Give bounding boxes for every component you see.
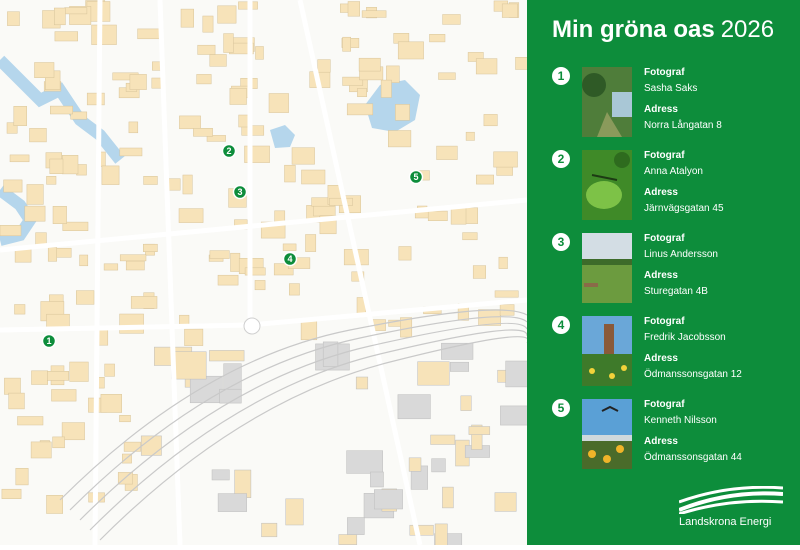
entry-photo[interactable] — [582, 316, 632, 386]
map-canvas: 1 2 3 4 5 — [0, 0, 533, 550]
marker-number: 2 — [226, 146, 231, 156]
entry-number: 2 — [552, 150, 570, 168]
map-marker-2[interactable]: 2 — [221, 143, 237, 159]
photographer-name: Kenneth Nilsson — [644, 415, 717, 426]
roundabout — [243, 317, 261, 335]
address-label: Adress — [644, 353, 678, 364]
address-value: Norra Långatan 8 — [644, 120, 722, 131]
map-marker-1[interactable]: 1 — [41, 333, 57, 349]
marker-number: 4 — [287, 254, 292, 264]
address-label: Adress — [644, 270, 678, 281]
entry-number: 5 — [552, 399, 570, 417]
photographer-name: Fredrik Jacobsson — [644, 332, 726, 343]
map-marker-3[interactable]: 3 — [232, 184, 248, 200]
entry-3[interactable]: 3 Fotograf Linus Andersson Adress Stureg… — [527, 233, 800, 305]
legend-panel: Min gröna oas 2026 1 Fotograf Sasha Saks … — [527, 0, 800, 545]
title-main: Min gröna oas — [552, 16, 715, 43]
address-label: Adress — [644, 187, 678, 198]
address-value: Järnvägsgatan 45 — [644, 203, 724, 214]
entry-1[interactable]: 1 Fotograf Sasha Saks Adress Norra Långa… — [527, 67, 800, 139]
entry-number: 1 — [552, 67, 570, 85]
photographer-name: Anna Atalyon — [644, 166, 703, 177]
address-value: Ödmanssonsgatan 44 — [644, 452, 742, 463]
photographer-label: Fotograf — [644, 150, 685, 161]
entry-photo[interactable] — [582, 150, 632, 220]
address-label: Adress — [644, 436, 678, 447]
entry-number: 4 — [552, 316, 570, 334]
entry-2[interactable]: 2 Fotograf Anna Atalyon Adress Järnvägsg… — [527, 150, 800, 222]
entry-photo[interactable] — [582, 233, 632, 303]
address-label: Adress — [644, 104, 678, 115]
entry-number: 3 — [552, 233, 570, 251]
address-value: Sturegatan 4B — [644, 286, 708, 297]
city-map[interactable]: 1 2 3 4 5 — [0, 0, 533, 550]
marker-number: 5 — [413, 172, 418, 182]
photographer-label: Fotograf — [644, 67, 685, 78]
photographer-label: Fotograf — [644, 233, 685, 244]
logo-waves-icon — [678, 485, 784, 516]
landskrona-energi-logo: Landskrona Energi — [678, 485, 784, 532]
logo-text: Landskrona Energi — [679, 516, 772, 528]
entry-photo[interactable] — [582, 399, 632, 469]
title-year: 2026 — [720, 16, 775, 43]
entry-4[interactable]: 4 Fotograf Fredrik Jacobsson Adress Ödma… — [527, 316, 800, 388]
photographer-name: Sasha Saks — [644, 83, 698, 94]
page-title: Min gröna oas 2026 — [552, 16, 774, 44]
marker-number: 1 — [46, 336, 51, 346]
photographer-name: Linus Andersson — [644, 249, 718, 260]
entry-5[interactable]: 5 Fotograf Kenneth Nilsson Adress Ödmans… — [527, 399, 800, 471]
map-marker-4[interactable]: 4 — [282, 251, 298, 267]
photographer-label: Fotograf — [644, 316, 685, 327]
map-marker-5[interactable]: 5 — [408, 169, 424, 185]
address-value: Ödmanssonsgatan 12 — [644, 369, 742, 380]
photographer-label: Fotograf — [644, 399, 685, 410]
entry-photo[interactable] — [582, 67, 632, 137]
marker-number: 3 — [237, 187, 242, 197]
